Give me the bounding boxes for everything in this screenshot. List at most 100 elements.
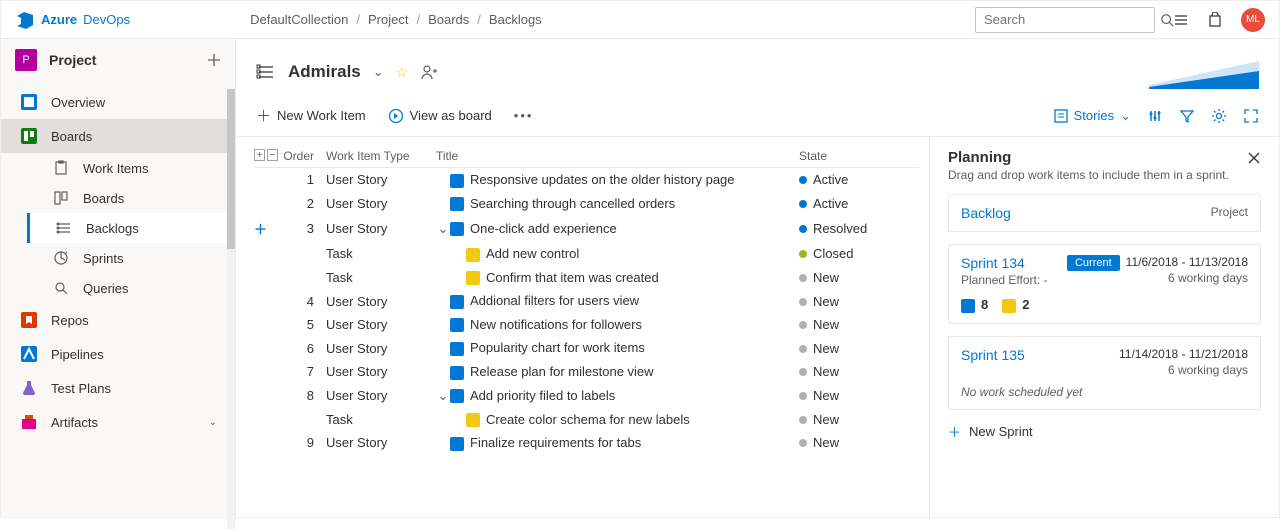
- shopping-bag-icon[interactable]: [1207, 12, 1223, 28]
- more-options-icon[interactable]: •••: [514, 108, 534, 123]
- cell-type: User Story: [326, 364, 436, 379]
- avatar[interactable]: ML: [1241, 8, 1265, 32]
- table-row[interactable]: ＋3User Story⌄One-click add experienceRes…: [254, 215, 919, 242]
- table-row[interactable]: TaskCreate color schema for new labelsNe…: [254, 408, 919, 432]
- expand-collapse-toggle[interactable]: +−: [254, 149, 278, 161]
- add-project-icon[interactable]: [207, 53, 221, 67]
- sidebar-item-test-plans[interactable]: Test Plans: [1, 371, 235, 405]
- planning-panel: Planning Drag and drop work items to inc…: [929, 137, 1279, 519]
- fullscreen-icon[interactable]: [1243, 108, 1259, 124]
- cell-title[interactable]: ⌄ One-click add experience: [436, 221, 799, 237]
- cell-title[interactable]: Confirm that item was created: [436, 270, 799, 286]
- user-story-icon: [450, 222, 464, 236]
- sidebar: P Project Overview Boards Work Items B: [1, 39, 236, 519]
- breadcrumb-item[interactable]: Project: [368, 12, 408, 27]
- cell-title[interactable]: New notifications for followers: [436, 317, 799, 333]
- cell-title[interactable]: Finalize requirements for tabs: [436, 435, 799, 451]
- test-plans-icon: [19, 379, 39, 397]
- team-members-icon[interactable]: [420, 63, 438, 81]
- sidebar-item-repos[interactable]: Repos: [1, 303, 235, 337]
- sidebar-item-overview[interactable]: Overview: [1, 85, 235, 119]
- table-row[interactable]: 2User StorySearching through cancelled o…: [254, 192, 919, 216]
- cell-order: 5: [278, 317, 326, 332]
- project-selector[interactable]: P Project: [1, 39, 235, 81]
- backlog-card-project: Project: [1211, 205, 1248, 219]
- breadcrumb-item[interactable]: DefaultCollection: [250, 12, 348, 27]
- table-row[interactable]: 1User StoryResponsive updates on the old…: [254, 168, 919, 192]
- cell-state: New: [799, 412, 919, 427]
- sidebar-item-boards[interactable]: Boards: [1, 119, 235, 153]
- cumulative-flow-thumbnail[interactable]: [1149, 55, 1259, 89]
- table-row[interactable]: 9User StoryFinalize requirements for tab…: [254, 431, 919, 455]
- sidebar-item-boards-sub[interactable]: Boards: [27, 183, 235, 213]
- sprint-card-135[interactable]: Sprint 135 11/14/2018 - 11/21/2018 6 wor…: [948, 336, 1261, 410]
- breadcrumb-item[interactable]: Boards: [428, 12, 469, 27]
- column-header-state[interactable]: State: [799, 149, 919, 163]
- brand[interactable]: Azure DevOps: [15, 10, 130, 30]
- settings-gear-icon[interactable]: [1211, 108, 1227, 124]
- sprint-days: 6 working days: [1119, 363, 1248, 377]
- chevron-down-icon[interactable]: ⌄: [436, 388, 450, 404]
- filter-icon[interactable]: [1179, 108, 1195, 124]
- cell-title[interactable]: Create color schema for new labels: [436, 412, 799, 428]
- search-input[interactable]: [984, 12, 1160, 27]
- table-row[interactable]: TaskConfirm that item was createdNew: [254, 266, 919, 290]
- backlog-level-dropdown[interactable]: Stories ⌄: [1054, 108, 1131, 124]
- brand-azure: Azure: [41, 12, 77, 27]
- sidebar-scrollbar[interactable]: [227, 89, 235, 529]
- cell-title[interactable]: Add new control: [436, 246, 799, 262]
- sidebar-item-label: Repos: [51, 313, 89, 328]
- chevron-down-icon[interactable]: ⌄: [436, 221, 450, 237]
- cell-title[interactable]: Release plan for milestone view: [436, 364, 799, 380]
- sprint-card-134[interactable]: Sprint 134 Planned Effort: - Current11/6…: [948, 244, 1261, 324]
- state-dot-icon: [799, 298, 807, 306]
- chevron-down-icon[interactable]: ⌄: [373, 64, 384, 80]
- sidebar-item-queries[interactable]: Queries: [27, 273, 235, 303]
- table-row[interactable]: 8User Story⌄Add priority filed to labels…: [254, 384, 919, 408]
- new-sprint-button[interactable]: ＋ New Sprint: [948, 422, 1261, 441]
- cell-order: 8: [278, 388, 326, 403]
- sidebar-item-backlogs[interactable]: Backlogs: [27, 213, 235, 243]
- table-row[interactable]: 5User StoryNew notifications for followe…: [254, 313, 919, 337]
- sprint-empty-text: No work scheduled yet: [961, 385, 1248, 399]
- team-name[interactable]: Admirals: [288, 62, 361, 82]
- search-box[interactable]: [975, 7, 1155, 33]
- sprint-card-title[interactable]: Sprint 135: [961, 347, 1025, 363]
- work-item-title: Confirm that item was created: [486, 270, 659, 285]
- cell-title[interactable]: ⌄Add priority filed to labels: [436, 388, 799, 404]
- cell-state: New: [799, 317, 919, 332]
- favorite-star-icon[interactable]: ☆: [396, 64, 409, 81]
- column-header-type[interactable]: Work Item Type: [326, 149, 436, 163]
- cell-type: User Story: [326, 196, 436, 211]
- work-item-title: One-click add experience: [470, 221, 617, 236]
- cell-type: User Story: [326, 341, 436, 356]
- view-as-board-button[interactable]: View as board: [388, 108, 492, 124]
- sidebar-item-work-items[interactable]: Work Items: [27, 153, 235, 183]
- cell-title[interactable]: Responsive updates on the older history …: [436, 172, 799, 188]
- search-icon[interactable]: [1160, 13, 1174, 27]
- state-dot-icon: [799, 200, 807, 208]
- sidebar-item-sprints[interactable]: Sprints: [27, 243, 235, 273]
- table-row[interactable]: 6User StoryPopularity chart for work ite…: [254, 336, 919, 360]
- column-header-order[interactable]: Order: [278, 149, 326, 163]
- sidebar-item-artifacts[interactable]: Artifacts ⌄: [1, 405, 235, 439]
- add-child-icon[interactable]: ＋: [254, 222, 267, 237]
- cell-title[interactable]: Popularity chart for work items: [436, 340, 799, 356]
- breadcrumb-item[interactable]: Backlogs: [489, 12, 542, 27]
- cell-title[interactable]: Searching through cancelled orders: [436, 196, 799, 212]
- table-row[interactable]: 4User StoryAddional filters for users vi…: [254, 289, 919, 313]
- backlog-card[interactable]: Backlog Project: [948, 194, 1261, 232]
- column-header-title[interactable]: Title: [436, 149, 799, 163]
- chevron-down-icon[interactable]: ⌄: [209, 417, 217, 428]
- new-work-item-button[interactable]: ＋ New Work Item: [256, 105, 366, 126]
- sidebar-item-pipelines[interactable]: Pipelines: [1, 337, 235, 371]
- table-row[interactable]: TaskAdd new controlClosed: [254, 242, 919, 266]
- column-options-icon[interactable]: [1147, 108, 1163, 124]
- state-dot-icon: [799, 225, 807, 233]
- close-icon[interactable]: [1247, 151, 1261, 165]
- cell-title[interactable]: Addional filters for users view: [436, 293, 799, 309]
- list-icon[interactable]: [1173, 12, 1189, 28]
- sprint-card-title[interactable]: Sprint 134: [961, 255, 1048, 271]
- backlog-card-title[interactable]: Backlog: [961, 205, 1011, 221]
- table-row[interactable]: 7User StoryRelease plan for milestone vi…: [254, 360, 919, 384]
